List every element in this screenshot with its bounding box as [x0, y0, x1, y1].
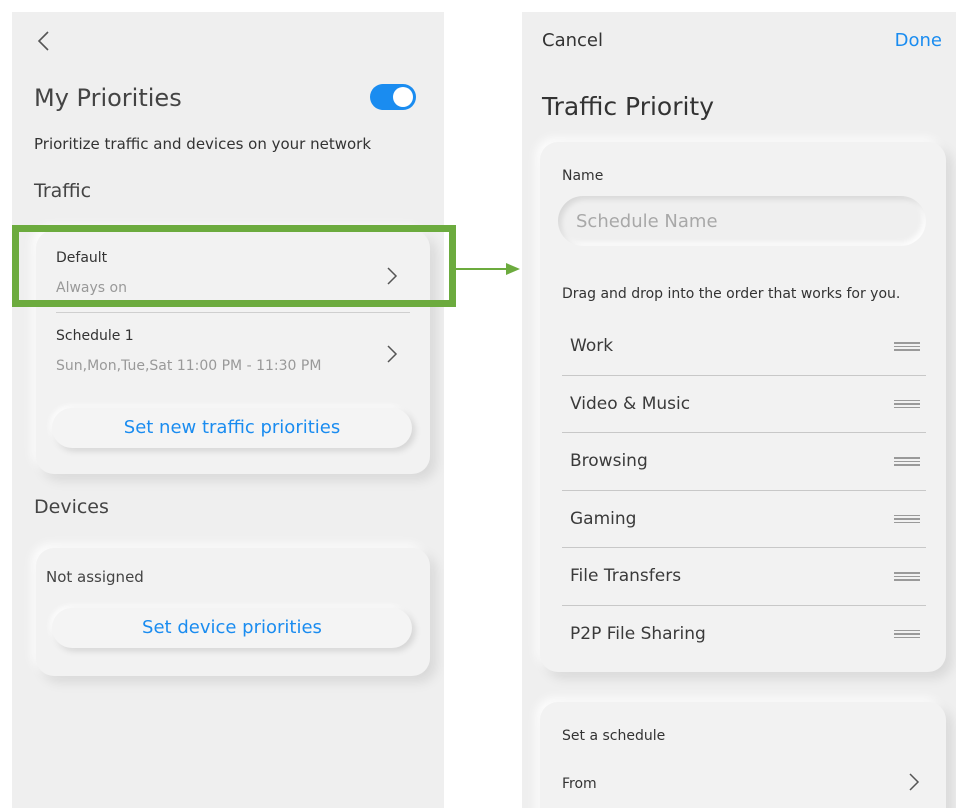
page-title: My Priorities [34, 84, 182, 112]
priorities-toggle[interactable] [370, 84, 416, 110]
set-traffic-priorities-button[interactable]: Set new traffic priorities [52, 408, 412, 448]
devices-status: Not assigned [46, 568, 144, 586]
cancel-button[interactable]: Cancel [542, 30, 603, 51]
page-title: Traffic Priority [542, 92, 715, 121]
highlight-arrow-line [456, 268, 506, 270]
priority-item[interactable]: P2P File Sharing [562, 606, 926, 664]
priority-label: Browsing [570, 451, 648, 471]
schedule-label: Set a schedule [562, 728, 666, 744]
devices-card: Not assigned Set device priorities [36, 548, 430, 676]
priority-label: Work [570, 336, 614, 356]
priority-label: P2P File Sharing [570, 623, 706, 644]
schedule-name-input[interactable] [558, 196, 926, 246]
schedule-card: Set a schedule From [540, 702, 946, 808]
priority-settings-card: Name Drag and drop into the order that w… [540, 142, 946, 672]
priority-list: Work Video & Music Browsing Gaming File … [562, 318, 926, 663]
priority-label: File Transfers [570, 566, 682, 586]
traffic-heading: Traffic [34, 180, 92, 202]
chevron-right-icon [386, 344, 398, 364]
done-button[interactable]: Done [895, 30, 942, 51]
priority-item[interactable]: File Transfers [562, 548, 926, 606]
drag-handle-icon[interactable] [894, 457, 920, 466]
priority-item[interactable]: Work [562, 318, 926, 376]
page-subtitle: Prioritize traffic and devices on your n… [34, 135, 372, 153]
priority-label: Video & Music [570, 393, 691, 414]
schedule-row-1[interactable]: Schedule 1 Sun,Mon,Tue,Sat 11:00 PM - 11… [56, 328, 408, 396]
priority-item[interactable]: Gaming [562, 491, 926, 548]
schedule-name: Schedule 1 [56, 328, 134, 344]
arrow-right-icon [506, 263, 520, 275]
drag-handle-icon[interactable] [894, 572, 920, 581]
highlight-box [12, 225, 456, 307]
devices-heading: Devices [34, 496, 109, 518]
from-row[interactable]: From [562, 776, 597, 792]
drag-hint: Drag and drop into the order that works … [562, 286, 901, 302]
name-label: Name [562, 168, 604, 184]
drag-handle-icon[interactable] [894, 342, 920, 351]
traffic-priority-screen: Cancel Done Traffic Priority Name Drag a… [522, 12, 956, 808]
priority-label: Gaming [570, 508, 637, 529]
divider [56, 312, 410, 313]
back-chevron-icon[interactable] [36, 30, 50, 52]
priority-item[interactable]: Video & Music [562, 376, 926, 433]
set-device-priorities-button[interactable]: Set device priorities [52, 608, 412, 648]
drag-handle-icon[interactable] [894, 629, 920, 638]
drag-handle-icon[interactable] [894, 514, 920, 523]
chevron-right-icon[interactable] [908, 772, 920, 792]
my-priorities-screen: My Priorities Prioritize traffic and dev… [12, 12, 444, 808]
priority-item[interactable]: Browsing [562, 433, 926, 491]
toggle-knob [393, 87, 413, 107]
schedule-time: Sun,Mon,Tue,Sat 11:00 PM - 11:30 PM [56, 358, 322, 374]
drag-handle-icon[interactable] [894, 399, 920, 408]
